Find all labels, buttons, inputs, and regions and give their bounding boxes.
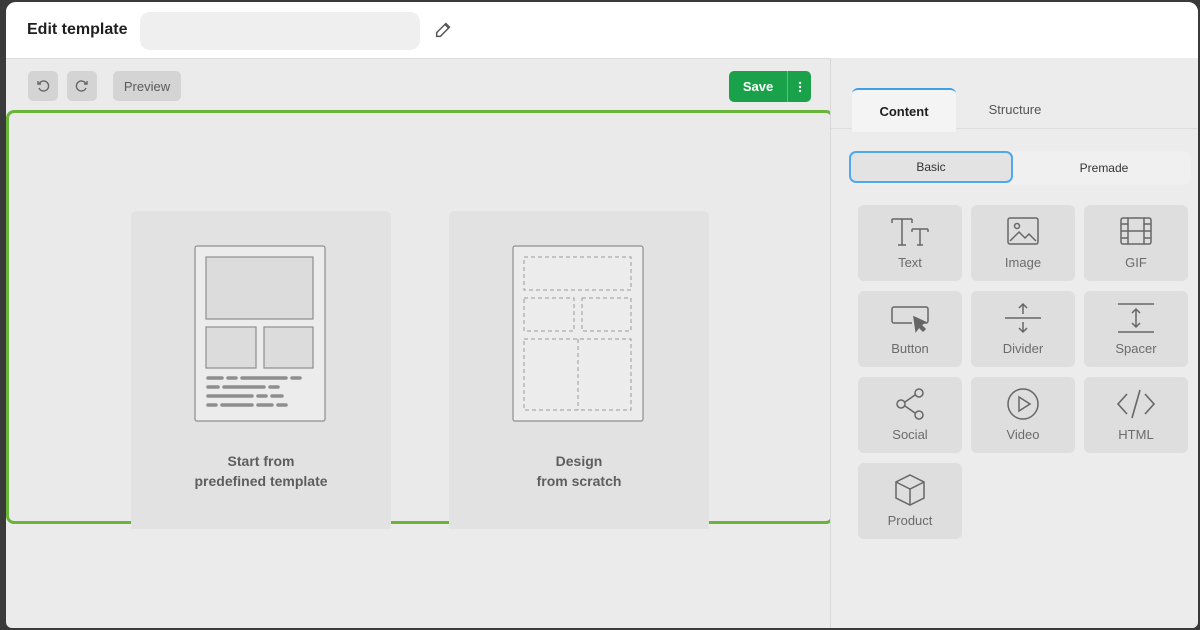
block-label: GIF bbox=[1125, 255, 1147, 270]
block-label: Social bbox=[892, 427, 928, 442]
block-label: Button bbox=[891, 341, 929, 356]
text-icon bbox=[891, 218, 929, 246]
top-bar: Edit template bbox=[6, 2, 1198, 59]
block-divider[interactable]: Divider bbox=[971, 291, 1075, 367]
gif-icon bbox=[1120, 217, 1152, 245]
block-image[interactable]: Image bbox=[971, 205, 1075, 281]
segment-premade[interactable]: Premade bbox=[1021, 153, 1187, 183]
pencil-edit-icon[interactable] bbox=[433, 18, 455, 40]
content-panel: Content Structure Basic Premade Text Ima… bbox=[830, 58, 1198, 628]
undo-icon bbox=[37, 80, 50, 92]
save-button[interactable]: Save bbox=[729, 71, 787, 102]
block-label: Spacer bbox=[1115, 341, 1157, 356]
tab-content[interactable]: Content bbox=[852, 88, 956, 132]
social-icon bbox=[896, 388, 924, 420]
block-button[interactable]: Button bbox=[858, 291, 962, 367]
block-label: Product bbox=[887, 513, 933, 528]
html-code-icon bbox=[1116, 389, 1156, 419]
scratch-option-label: Design from scratch bbox=[536, 453, 622, 489]
block-label: Divider bbox=[1002, 341, 1044, 356]
block-html[interactable]: HTML bbox=[1084, 377, 1188, 453]
redo-button[interactable] bbox=[67, 71, 97, 101]
predefined-option-label: Start from predefined template bbox=[194, 453, 328, 489]
block-label: Text bbox=[898, 255, 922, 270]
page-title: Edit template bbox=[27, 21, 128, 38]
undo-button[interactable] bbox=[28, 71, 58, 101]
block-label: Video bbox=[1006, 427, 1040, 442]
block-gif[interactable]: GIF bbox=[1084, 205, 1188, 281]
tab-structure[interactable]: Structure bbox=[964, 88, 1066, 130]
predefined-layout-icon bbox=[194, 245, 326, 422]
save-options-button[interactable] bbox=[787, 71, 811, 102]
save-button-group: Save bbox=[729, 71, 811, 102]
scratch-layout-icon bbox=[512, 245, 644, 422]
divider-icon bbox=[1005, 302, 1041, 334]
block-label: HTML bbox=[1118, 427, 1154, 442]
more-vertical-icon bbox=[798, 81, 801, 92]
block-type-switch: Basic Premade bbox=[849, 151, 1191, 185]
block-video[interactable]: Video bbox=[971, 377, 1075, 453]
template-name-input[interactable] bbox=[140, 12, 420, 50]
block-spacer[interactable]: Spacer bbox=[1084, 291, 1188, 367]
editor-window: Edit template Preview Save Start from pr… bbox=[6, 2, 1198, 628]
predefined-template-option[interactable]: Start from predefined template bbox=[131, 211, 391, 529]
product-box-icon bbox=[895, 474, 925, 506]
scratch-design-option[interactable]: Design from scratch bbox=[449, 211, 709, 529]
redo-icon bbox=[75, 80, 88, 92]
video-icon bbox=[1007, 388, 1039, 420]
block-social[interactable]: Social bbox=[858, 377, 962, 453]
image-icon bbox=[1007, 217, 1039, 245]
spacer-icon bbox=[1118, 303, 1154, 333]
block-text[interactable]: Text bbox=[858, 205, 962, 281]
button-icon bbox=[891, 306, 929, 333]
preview-button[interactable]: Preview bbox=[113, 71, 181, 101]
block-product[interactable]: Product bbox=[858, 463, 962, 539]
template-canvas: Start from predefined template Design fr… bbox=[6, 110, 834, 529]
block-label: Image bbox=[1004, 255, 1042, 270]
segment-basic[interactable]: Basic bbox=[849, 151, 1013, 183]
